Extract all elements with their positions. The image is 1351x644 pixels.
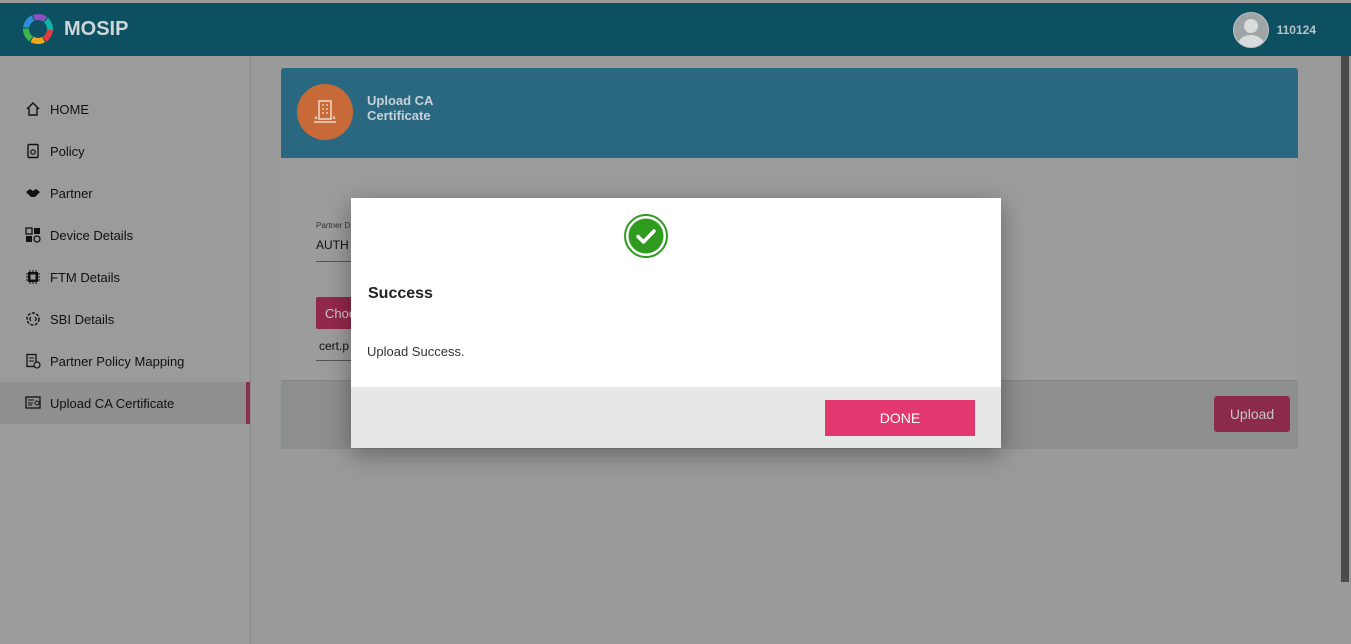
mapping-icon — [24, 352, 42, 370]
chip-icon — [24, 268, 42, 286]
sidebar-item-home[interactable]: HOME — [0, 88, 250, 130]
card-title: Upload CA Certificate — [367, 93, 433, 123]
brand[interactable]: MOSIP — [22, 13, 128, 45]
policy-icon — [24, 142, 42, 160]
scrollbar[interactable] — [1339, 56, 1351, 644]
upload-button[interactable]: Upload — [1214, 396, 1290, 432]
app-root: MOSIP 110124 HOME Policy Partner Device … — [0, 0, 1351, 644]
sidebar-item-label: FTM Details — [50, 269, 121, 285]
building-icon — [297, 84, 353, 140]
sidebar-item-sbi-details[interactable]: SBI Details — [0, 298, 250, 340]
card-header: Upload CA Certificate — [281, 68, 1298, 158]
user-name: 110124 — [1276, 23, 1316, 37]
sidebar-item-label: Policy — [50, 143, 85, 159]
home-icon — [24, 100, 42, 118]
sidebar-item-ftm-details[interactable]: FTM Details — [0, 256, 250, 298]
sidebar-item-label: Partner Policy Mapping — [50, 353, 185, 369]
user-icon — [1237, 19, 1264, 47]
sidebar-item-label: Device Details — [50, 227, 134, 243]
user-menu[interactable]: 110124 — [1232, 12, 1316, 48]
sidebar-item-label: Partner — [50, 185, 93, 201]
device-icon — [24, 226, 42, 244]
top-bar: MOSIP 110124 — [0, 3, 1351, 56]
sidebar-item-device-details[interactable]: Device Details — [0, 214, 250, 256]
dialog-message: Upload Success. — [367, 344, 465, 359]
mosip-logo-icon — [23, 14, 53, 44]
sidebar-item-partner-policy-mapping[interactable]: Partner Policy Mapping — [0, 340, 250, 382]
avatar[interactable] — [1232, 12, 1269, 48]
partner-domain-label: Partner D — [316, 221, 351, 230]
sidebar-item-partner[interactable]: Partner — [0, 172, 250, 214]
dialog-title: Success — [368, 285, 433, 302]
success-check-icon — [624, 214, 668, 258]
sidebar-item-policy[interactable]: Policy — [0, 130, 250, 172]
certificate-icon — [24, 394, 42, 412]
sidebar-item-label: HOME — [50, 101, 89, 117]
sidebar-item-label: SBI Details — [50, 311, 115, 327]
code-gear-icon — [24, 310, 42, 328]
sidebar-item-upload-ca-certificate[interactable]: Upload CA Certificate — [0, 382, 250, 424]
sidebar-item-label: Upload CA Certificate — [50, 395, 175, 411]
partner-domain-select[interactable]: AUTH — [316, 238, 349, 252]
done-button[interactable]: DONE — [825, 400, 975, 436]
sidebar: HOME Policy Partner Device Details FTM D… — [0, 56, 251, 644]
file-name-field: cert.p — [319, 339, 350, 353]
scrollbar-thumb[interactable] — [1341, 56, 1349, 582]
dialog-footer: DONE — [351, 387, 1001, 448]
success-dialog: Success Upload Success. DONE — [351, 198, 1001, 448]
app-name: MOSIP — [64, 17, 129, 40]
handshake-icon — [24, 184, 42, 202]
